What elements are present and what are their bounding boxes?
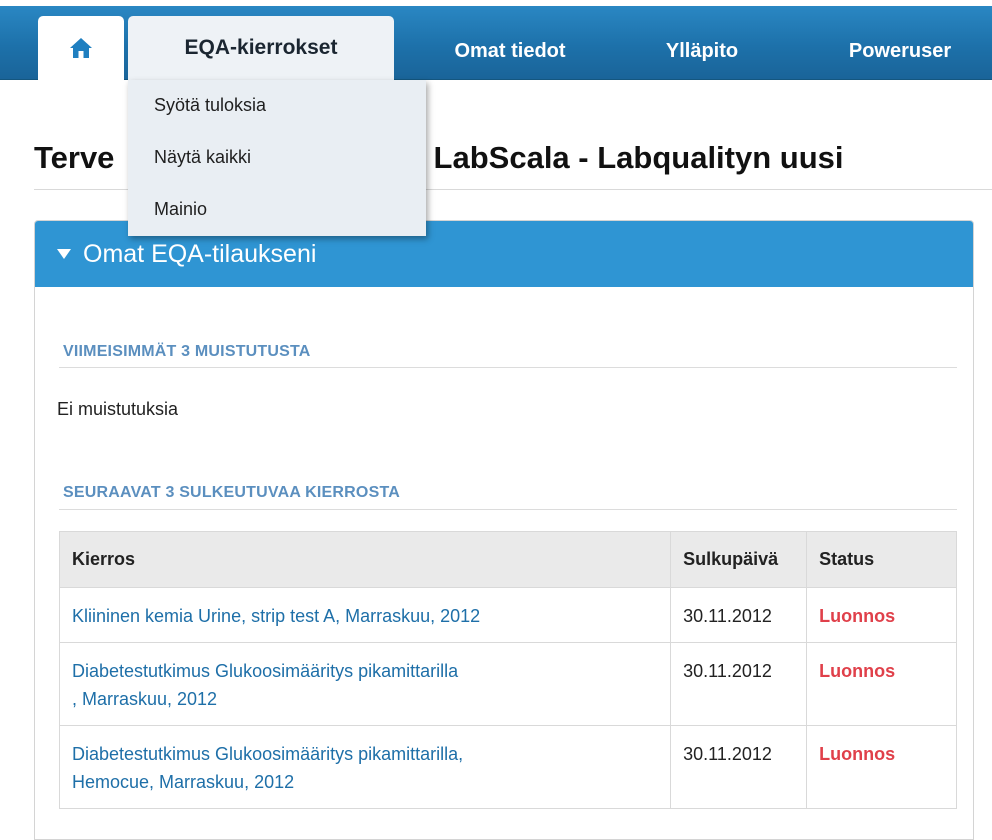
round-link-line: Diabetestutkimus Glukoosimääritys pikami… (72, 661, 459, 681)
tab-poweruser[interactable]: Poweruser (812, 22, 988, 80)
table-header-row: Kierros Sulkupäivä Status (58, 531, 957, 588)
collapse-triangle-icon (57, 249, 71, 259)
no-reminders-text: Ei muistutuksia (57, 399, 179, 419)
tab-label: EQA-kierrokset (184, 36, 338, 59)
round-link[interactable]: Diabetestutkimus Glukoosimääritys pikami… (58, 725, 672, 809)
divider (59, 367, 957, 368)
round-link[interactable]: Kliininen kemia Urine, strip test A, Mar… (58, 587, 672, 643)
reminders-heading: VIIMEISIMMÄT 3 MUISTUTUSTA (63, 343, 311, 360)
home-tab[interactable] (38, 16, 124, 80)
tab-label: Omat tiedot (454, 39, 566, 62)
tab-yllapito[interactable]: Ylläpito (650, 22, 754, 80)
rounds-table: Kierros Sulkupäivä Status Kliininen kemi… (58, 531, 957, 809)
divider (59, 509, 957, 510)
menu-item-syota-tuloksia[interactable]: Syötä tuloksia (154, 95, 266, 116)
menu-item-nayta-kaikki[interactable]: Näytä kaikki (154, 147, 251, 168)
table-row: Diabetestutkimus Glukoosimääritys pikami… (58, 725, 957, 809)
page-title-end: n LabScala - Labqualityn uusi (406, 140, 844, 175)
status-badge: Luonnos (806, 725, 957, 809)
tab-label: Ylläpito (665, 39, 739, 62)
page-title-start: Terve (34, 140, 115, 175)
rounds-heading: SEURAAVAT 3 SULKEUTUVAA KIERROSTA (63, 484, 400, 501)
close-date: 30.11.2012 (670, 642, 808, 726)
panel-title: Omat EQA-tilaukseni (83, 239, 317, 268)
status-badge: Luonnos (806, 587, 957, 643)
close-date: 30.11.2012 (670, 587, 808, 643)
tab-label: Poweruser (848, 39, 952, 62)
tab-eqa-kierrokset[interactable]: EQA-kierrokset (128, 16, 394, 80)
table-row: Kliininen kemia Urine, strip test A, Mar… (58, 587, 957, 643)
tab-omat-tiedot[interactable]: Omat tiedot (430, 22, 590, 80)
column-header-sulkupaiva[interactable]: Sulkupäivä (670, 531, 808, 588)
eqa-subscriptions-panel: Omat EQA-tilaukseni VIIMEISIMMÄT 3 MUIST… (34, 220, 974, 840)
close-date: 30.11.2012 (670, 725, 808, 809)
eqa-dropdown-menu: Syötä tuloksia Näytä kaikki Mainio (128, 80, 426, 236)
round-link-line: , Marraskuu, 2012 (72, 689, 218, 709)
status-badge: Luonnos (806, 642, 957, 726)
round-link-line: Hemocue, Marraskuu, 2012 (72, 772, 295, 792)
home-icon (70, 38, 92, 58)
table-row: Diabetestutkimus Glukoosimääritys pikami… (58, 642, 957, 726)
column-header-kierros[interactable]: Kierros (58, 531, 672, 588)
round-link-line: Diabetestutkimus Glukoosimääritys pikami… (72, 744, 464, 764)
menu-item-mainio[interactable]: Mainio (154, 199, 207, 220)
round-link[interactable]: Diabetestutkimus Glukoosimääritys pikami… (58, 642, 672, 726)
column-header-status[interactable]: Status (806, 531, 957, 588)
